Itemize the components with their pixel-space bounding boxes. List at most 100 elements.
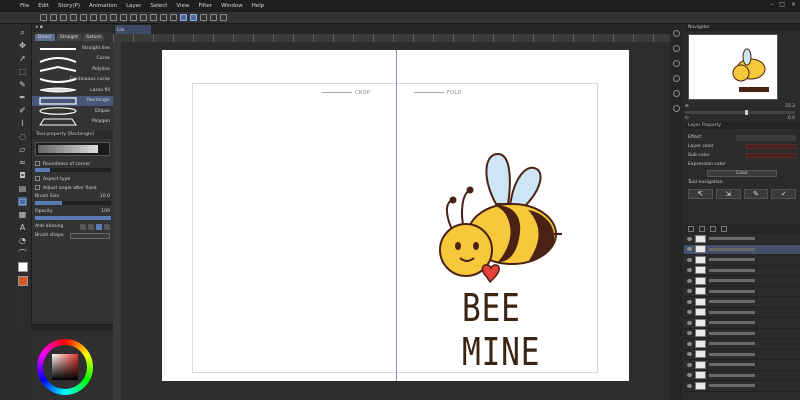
balloon-tool-icon[interactable]: ◔ <box>18 236 27 245</box>
move-tool-icon[interactable]: ✥ <box>18 41 27 50</box>
save-icon[interactable] <box>60 14 67 21</box>
layer-row[interactable] <box>684 329 800 339</box>
opacity-slider[interactable] <box>35 216 111 220</box>
layer-color-swatch[interactable] <box>746 144 796 149</box>
fill-tool-icon[interactable]: ◘ <box>18 171 27 180</box>
tab-straight[interactable]: Straight <box>56 34 82 41</box>
sub-color-swatch[interactable] <box>17 276 28 286</box>
layer-row[interactable] <box>684 234 800 245</box>
grid-icon[interactable] <box>160 14 167 21</box>
undo-icon[interactable] <box>70 14 77 21</box>
visibility-icon[interactable] <box>687 310 692 315</box>
layer-tool-icon[interactable] <box>699 226 705 232</box>
layer-row[interactable] <box>684 255 800 266</box>
operation-tool-icon[interactable]: ➚ <box>18 54 27 63</box>
transform-icon[interactable] <box>110 14 117 21</box>
layer-row[interactable] <box>684 371 800 381</box>
aspect-checkbox[interactable] <box>35 175 40 181</box>
correct-line-tool-icon[interactable]: ⌒ <box>18 249 27 258</box>
visibility-icon[interactable] <box>687 331 692 336</box>
zoom-tool-icon[interactable]: ⌕ <box>18 28 27 37</box>
material-panel-icon[interactable] <box>673 75 680 82</box>
zoom-slider[interactable] <box>685 110 795 115</box>
new-icon[interactable] <box>40 14 47 21</box>
visibility-icon[interactable] <box>687 373 692 378</box>
menu-window[interactable]: Window <box>221 3 243 9</box>
tool-nav-icon-4[interactable]: ✓ <box>771 189 796 199</box>
visibility-icon[interactable] <box>687 383 692 388</box>
show-area-icon[interactable] <box>150 14 157 21</box>
layer-tool-icon[interactable] <box>688 226 694 232</box>
layer-row[interactable] <box>684 339 800 350</box>
adjust-angle-checkbox[interactable] <box>35 184 40 190</box>
redo-icon[interactable] <box>80 14 87 21</box>
document-tab[interactable]: Lila card_bigbee <box>115 25 151 41</box>
minimize-icon[interactable]: – <box>770 1 773 8</box>
snap-line-icon[interactable] <box>210 14 217 21</box>
menu-select[interactable]: Select <box>150 3 167 9</box>
menu-view[interactable]: View <box>176 3 189 9</box>
visibility-icon[interactable] <box>687 268 692 273</box>
airbrush-tool-icon[interactable]: ◌ <box>18 132 27 141</box>
layer-row[interactable] <box>684 244 800 255</box>
color-icon[interactable] <box>220 14 227 21</box>
menu-filter[interactable]: Filter <box>198 3 212 9</box>
open-icon[interactable] <box>50 14 57 21</box>
layer-row[interactable] <box>684 360 800 371</box>
menu-animation[interactable]: Animation <box>89 3 117 9</box>
roundness-row[interactable]: Roundness of corner <box>32 159 113 168</box>
snap-ruler-icon[interactable] <box>180 14 187 21</box>
visibility-icon[interactable] <box>687 236 692 241</box>
roundness-slider[interactable] <box>35 168 111 172</box>
tab-saturn[interactable]: Saturn <box>83 34 105 41</box>
ruler-icon[interactable] <box>170 14 177 21</box>
frame-tool-icon[interactable]: ▦ <box>18 210 27 219</box>
snap-grid-icon[interactable] <box>200 14 207 21</box>
visibility-icon[interactable] <box>687 352 692 357</box>
gradient-tool-icon[interactable]: ▤ <box>18 184 27 193</box>
layer-tool-icon[interactable] <box>721 226 727 232</box>
menu-story[interactable]: Story(P) <box>58 3 80 9</box>
color-wheel[interactable] <box>37 339 93 395</box>
brush-tool-icon[interactable]: ⌇ <box>18 119 27 128</box>
tool-nav-icon-1[interactable]: ↸ <box>688 189 713 199</box>
crop-icon[interactable] <box>130 14 137 21</box>
rotate-value[interactable]: 0.0 <box>788 116 795 121</box>
visibility-icon[interactable] <box>687 278 692 283</box>
pencil-tool-icon[interactable]: ✐ <box>18 106 27 115</box>
eraser-tool-icon[interactable]: ▱ <box>18 145 27 154</box>
brush-shape-dropdown[interactable] <box>70 232 110 239</box>
text-tool-icon[interactable]: A <box>18 223 27 232</box>
layer-row[interactable] <box>684 318 800 329</box>
roundness-checkbox[interactable] <box>35 160 40 166</box>
sub-tool-polyline[interactable]: Polyline <box>32 64 113 75</box>
rotate-icon[interactable]: ↻ <box>685 116 689 121</box>
sub-tool-ellipse[interactable]: Ellipse <box>32 106 113 117</box>
layer-row[interactable] <box>684 276 800 287</box>
sub-tool-rectangle[interactable]: Rectangle <box>32 95 113 106</box>
visibility-icon[interactable] <box>687 362 692 367</box>
fill-icon[interactable] <box>100 14 107 21</box>
color-square[interactable] <box>52 354 78 380</box>
layer-row[interactable] <box>684 287 800 297</box>
antialias-options[interactable] <box>80 223 110 230</box>
expression-color-dropdown[interactable]: Color <box>707 170 777 177</box>
opacity-value[interactable]: 100 <box>101 209 110 214</box>
layer-tool-icon[interactable] <box>710 226 716 232</box>
sub-tool-polygon[interactable]: Polygon <box>32 117 113 128</box>
aspect-row[interactable]: Aspect type <box>32 174 113 183</box>
tool-nav-icon-3[interactable]: ✎ <box>743 189 769 199</box>
menu-layer[interactable]: Layer <box>126 3 141 9</box>
zoom-value[interactable]: 33.3 <box>785 104 795 109</box>
eyedropper-tool-icon[interactable]: ✎ <box>18 80 27 89</box>
adjust-angle-row[interactable]: Adjust angle after fixed <box>32 183 113 192</box>
selection-tool-icon[interactable]: ⬚ <box>18 67 27 76</box>
menu-help[interactable]: Help <box>252 3 265 9</box>
tool-nav-icon-2[interactable]: ⇲ <box>715 189 741 199</box>
tab-direct[interactable]: Direct <box>35 34 55 41</box>
brush-size-slider[interactable] <box>35 201 111 205</box>
invert-icon[interactable] <box>140 14 147 21</box>
brush-size-value[interactable]: 10.0 <box>100 194 110 199</box>
layer-row[interactable] <box>684 266 800 276</box>
layer-row[interactable] <box>684 350 800 360</box>
